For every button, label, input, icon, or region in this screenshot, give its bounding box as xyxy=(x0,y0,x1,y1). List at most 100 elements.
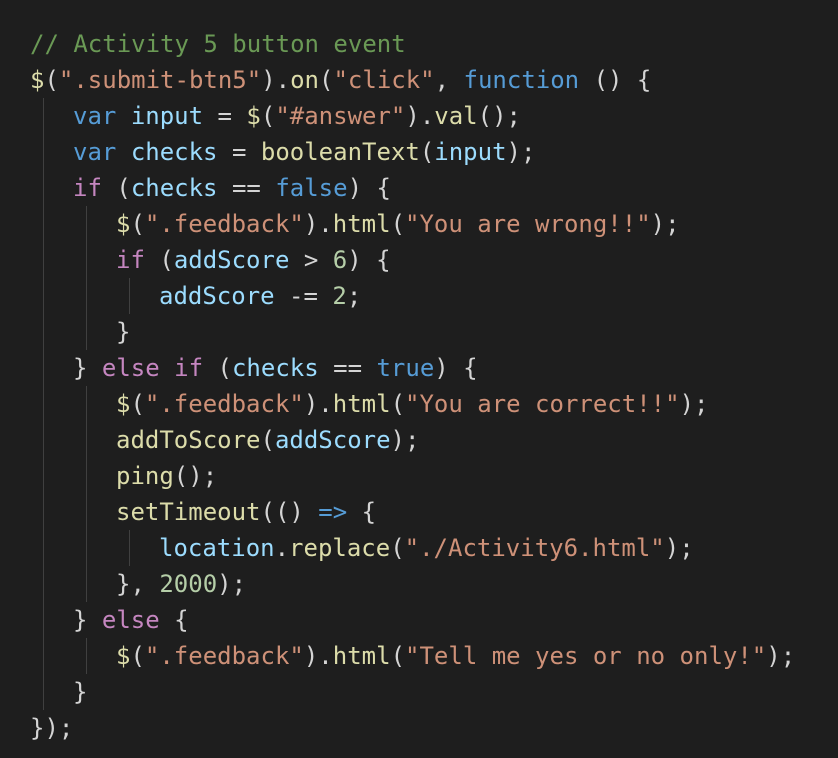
code-line-content: addScore -= 2; xyxy=(159,282,361,310)
indent-guide xyxy=(86,314,87,350)
indent-guide xyxy=(43,170,44,206)
code-line-content: } xyxy=(116,318,130,346)
code-token-string: ".feedback" xyxy=(144,390,304,418)
code-token-keyword: var xyxy=(73,102,117,130)
code-line-content: addToScore(addScore); xyxy=(116,426,419,454)
code-token-func: ping xyxy=(116,462,174,490)
code-token-plain: . xyxy=(274,534,290,562)
code-token-plain: } xyxy=(73,606,102,634)
indent-guide xyxy=(129,530,130,566)
code-line: setTimeout(() => { xyxy=(30,494,838,530)
code-token-plain: ( xyxy=(144,246,174,274)
code-token-func: $ xyxy=(116,210,131,238)
code-token-num: 2 xyxy=(332,282,347,310)
code-token-func: addToScore xyxy=(116,426,261,454)
code-token-comment: // Activity 5 button event xyxy=(30,30,406,58)
code-token-plain: }); xyxy=(30,714,74,742)
code-token-plain: { xyxy=(347,498,377,526)
code-token-string: "#answer" xyxy=(275,102,406,130)
code-token-plain: ( xyxy=(101,174,131,202)
code-token-plain: ); xyxy=(766,642,796,670)
code-line: }); xyxy=(30,710,838,746)
indent-guide xyxy=(86,206,87,242)
code-token-plain: ) { xyxy=(347,174,391,202)
code-token-plain: ); xyxy=(664,534,694,562)
code-token-plain: > xyxy=(289,246,333,274)
indent-guide xyxy=(43,494,44,530)
indent-guide xyxy=(43,278,44,314)
code-line: $(".feedback").html("Tell me yes or no o… xyxy=(30,638,838,674)
indent-guide xyxy=(43,386,44,422)
code-editor[interactable]: // Activity 5 button event $(".submit-btn… xyxy=(0,0,838,758)
code-token-control: else xyxy=(101,606,160,634)
code-token-func: $ xyxy=(246,102,261,130)
code-token-string: "You are correct!!" xyxy=(405,390,680,418)
code-token-var: addScore xyxy=(159,282,275,310)
indent-guide xyxy=(43,566,44,602)
indent-guide xyxy=(43,638,44,674)
code-line-content: } xyxy=(73,678,87,706)
code-token-var: checks xyxy=(130,174,218,202)
code-line-content: }); xyxy=(30,714,73,742)
code-token-plain: ( xyxy=(390,534,405,562)
code-token-plain: ). xyxy=(261,66,291,94)
code-token-plain: ( xyxy=(390,390,406,418)
code-token-control: if xyxy=(73,174,102,202)
indent-guide xyxy=(86,242,87,278)
code-token-control: if xyxy=(116,246,145,274)
code-line: location.replace("./Activity6.html"); xyxy=(30,530,838,566)
code-token-func: setTimeout xyxy=(116,498,261,526)
indent-guide xyxy=(86,494,87,530)
code-line-content: ping(); xyxy=(116,462,217,490)
code-token-var: input xyxy=(130,102,204,130)
code-line-content: setTimeout(() => { xyxy=(116,498,376,526)
code-token-plain: ( xyxy=(130,642,145,670)
code-token-plain: -= xyxy=(274,282,333,310)
code-token-plain: (); xyxy=(173,462,218,490)
indent-guide xyxy=(43,242,44,278)
code-token-var: addScore xyxy=(274,426,391,454)
code-token-plain: ); xyxy=(679,390,709,418)
code-token-plain: ). xyxy=(303,642,333,670)
code-token-plain: { xyxy=(159,606,189,634)
code-token-plain: ); xyxy=(650,210,680,238)
code-token-plain: ( xyxy=(44,66,59,94)
code-token-var: checks xyxy=(130,138,218,166)
code-line: addToScore(addScore); xyxy=(30,422,838,458)
indent-guide xyxy=(86,458,87,494)
code-token-plain: (); xyxy=(477,102,521,130)
code-line-content: var checks = booleanText(input); xyxy=(73,138,535,166)
code-line: } else { xyxy=(30,602,838,638)
code-token-plain: (() xyxy=(260,498,319,526)
code-line-content: $(".submit-btn5").on("click", function (… xyxy=(30,66,651,94)
indent-guide xyxy=(86,278,87,314)
code-line: } xyxy=(30,674,838,710)
code-line: } xyxy=(30,314,838,350)
code-line: addScore -= 2; xyxy=(30,278,838,314)
code-token-plain: == xyxy=(318,354,377,382)
code-token-plain: } xyxy=(116,318,131,346)
code-token-string: ".feedback" xyxy=(144,210,304,238)
code-line-content: location.replace("./Activity6.html"); xyxy=(159,534,694,562)
code-token-func: html xyxy=(332,210,391,238)
code-token-string: ".feedback" xyxy=(144,642,304,670)
code-token-string: ".submit-btn5" xyxy=(58,66,262,94)
indent-guide xyxy=(86,638,87,674)
indent-guide xyxy=(43,134,44,170)
code-token-plain: () { xyxy=(579,66,652,94)
code-token-func: html xyxy=(332,390,391,418)
code-token-keyword: true xyxy=(376,354,435,382)
code-token-plain: ( xyxy=(203,354,232,382)
code-line-content: if (checks == false) { xyxy=(73,174,391,202)
indent-guide xyxy=(43,458,44,494)
code-token-plain: ). xyxy=(405,102,435,130)
code-line-content: var input = $("#answer").val(); xyxy=(73,102,521,130)
code-token-func: replace xyxy=(289,534,391,562)
code-token-keyword: => xyxy=(318,498,348,526)
code-token-plain: ( xyxy=(260,426,275,454)
indent-guide xyxy=(86,422,87,458)
code-token-string: "You are wrong!!" xyxy=(405,210,651,238)
code-token-plain: ); xyxy=(390,426,420,454)
